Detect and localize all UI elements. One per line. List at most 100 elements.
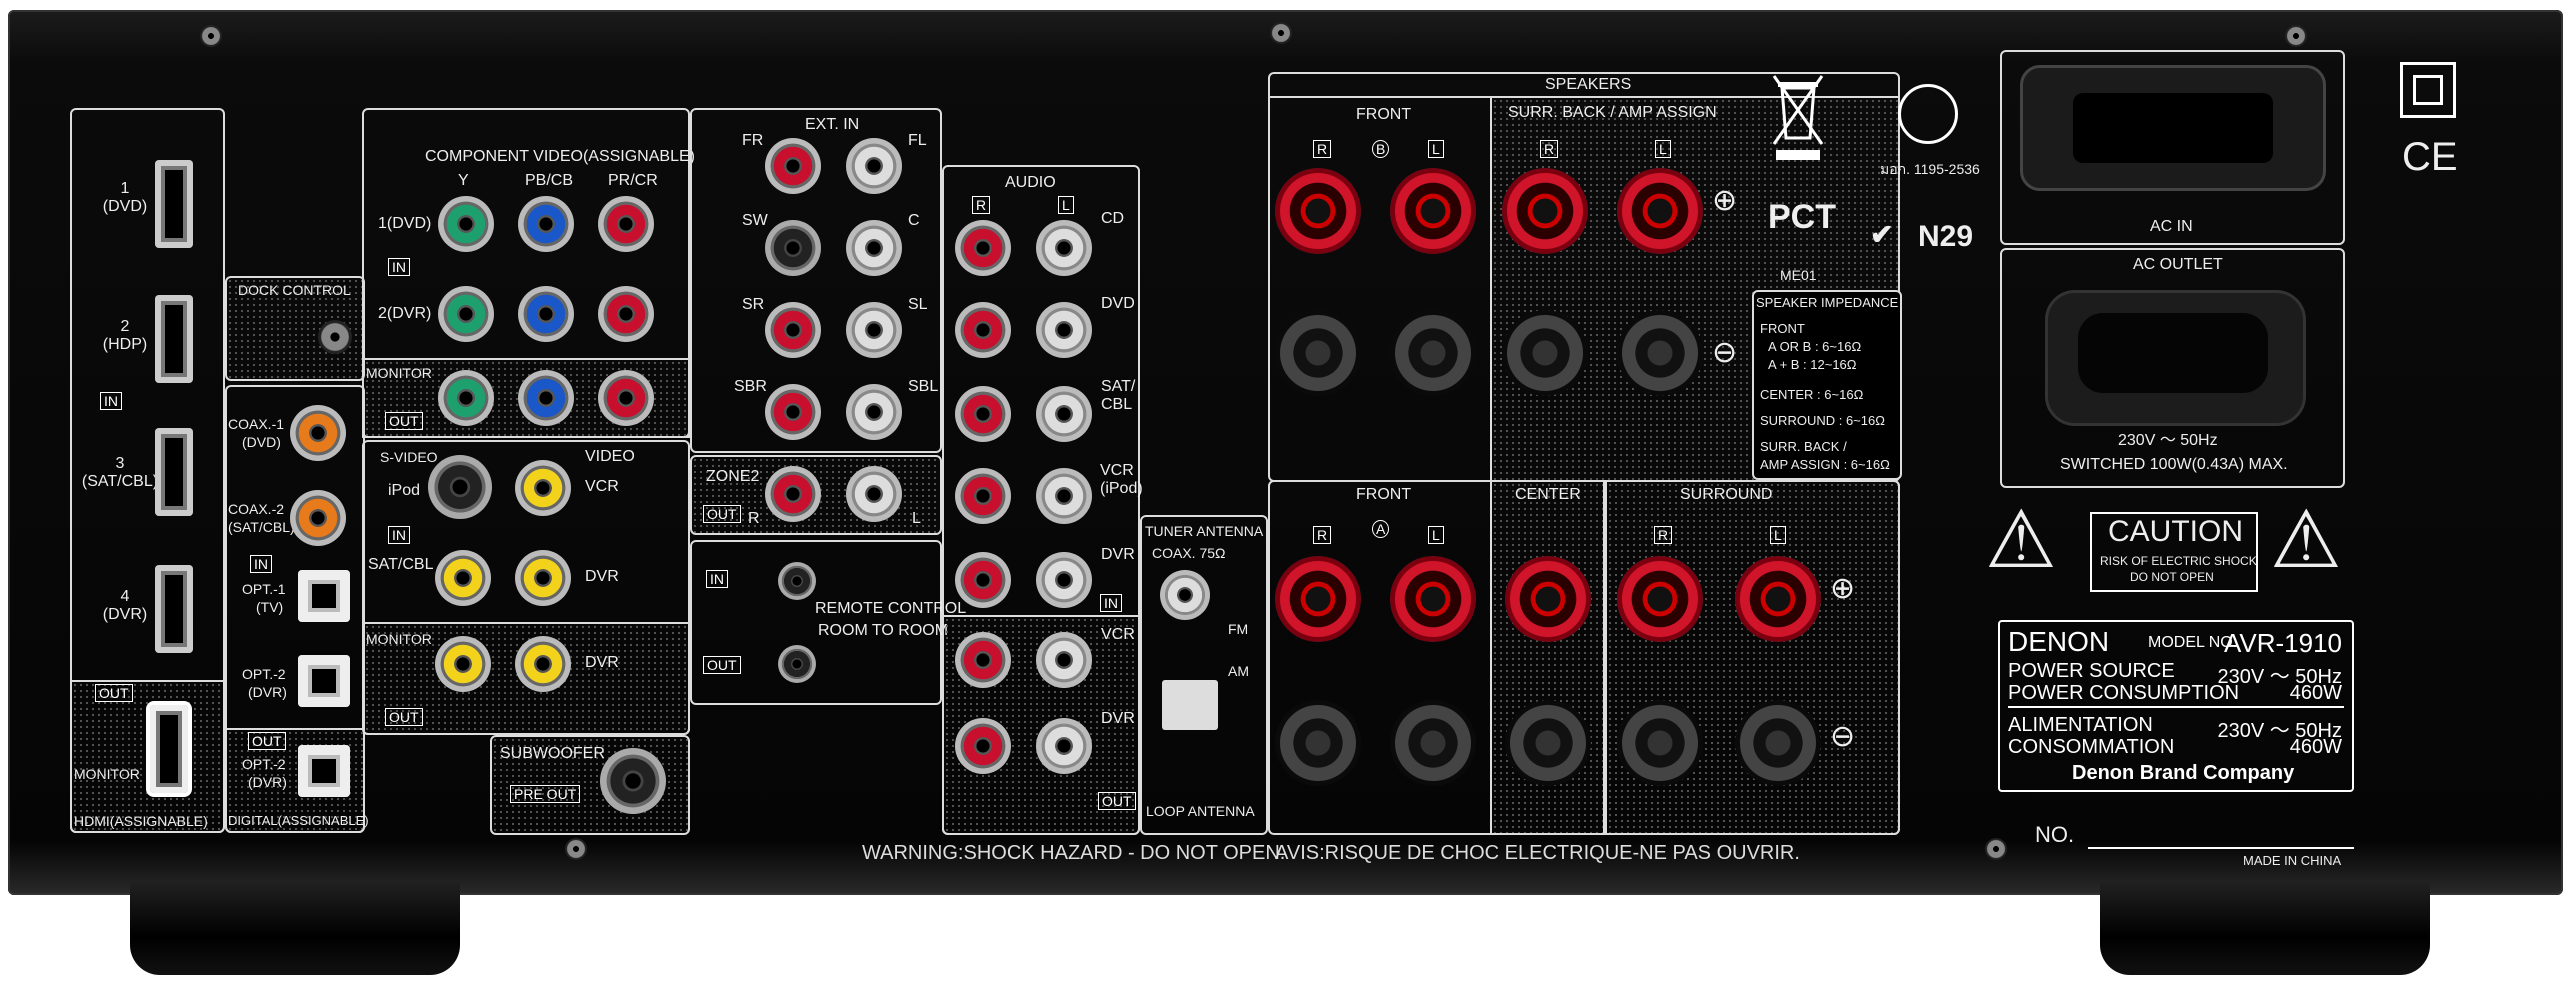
ext-in-c-jack[interactable]: [846, 220, 902, 276]
fm-antenna-jack[interactable]: [1160, 570, 1210, 620]
surr-back-l-plus-post[interactable]: [1617, 168, 1703, 254]
front-b-r-minus-post[interactable]: [1275, 310, 1361, 396]
plus-icon: ⊕: [1830, 572, 1856, 605]
audio-sat-r-jack[interactable]: [955, 386, 1011, 442]
center-label: CENTER: [1515, 486, 1581, 503]
hdmi-out-section: [70, 680, 225, 833]
audio-dvr-out-l-jack[interactable]: [1036, 718, 1092, 774]
ac-rating-2: SWITCHED 100W(0.43A) MAX.: [2060, 456, 2288, 473]
hdmi-2-port[interactable]: [155, 295, 193, 383]
zone2-l-jack[interactable]: [846, 466, 902, 522]
ext-in-sbl-jack[interactable]: [846, 384, 902, 440]
front-a-l-plus-post[interactable]: [1390, 556, 1476, 642]
component-1-pb-jack[interactable]: [518, 196, 574, 252]
remote-in-jack[interactable]: [778, 562, 816, 600]
front-b-l-minus-post[interactable]: [1390, 310, 1476, 396]
digital-footer: DIGITAL(ASSIGNABLE): [228, 813, 369, 828]
coax1-jack[interactable]: [290, 405, 346, 461]
surr-back-r-plus-post[interactable]: [1502, 168, 1588, 254]
audio-cd-r-jack[interactable]: [955, 220, 1011, 276]
subwoofer-jack[interactable]: [600, 748, 666, 814]
component-monitor-y-jack[interactable]: [438, 370, 494, 426]
video-dvr-jack[interactable]: [515, 550, 571, 606]
audio-dvd-r-jack[interactable]: [955, 302, 1011, 358]
surr-back-l-tag: L: [1655, 140, 1671, 158]
ac-outlet-label: AC OUTLET: [2133, 256, 2223, 273]
component-out-tag: OUT: [385, 412, 423, 430]
ext-in-sl-jack[interactable]: [846, 302, 902, 358]
video-satcbl-label: SAT/CBL: [368, 556, 434, 573]
surround-l-minus-post[interactable]: [1735, 700, 1821, 786]
component-in-tag: IN: [388, 258, 410, 276]
audio-vcr-out-r-jack[interactable]: [955, 632, 1011, 688]
surround-r-plus-post[interactable]: [1617, 556, 1703, 642]
audio-dvd-label: DVD: [1101, 295, 1135, 312]
audio-vcr-r-jack[interactable]: [955, 468, 1011, 524]
zone2-r-jack[interactable]: [765, 466, 821, 522]
front-a-l-minus-post[interactable]: [1390, 700, 1476, 786]
audio-vcr-l-jack[interactable]: [1036, 468, 1092, 524]
ac-in-label: AC IN: [2150, 218, 2193, 235]
audio-dvr-l-jack[interactable]: [1036, 552, 1092, 608]
front-b-r-plus-post[interactable]: [1275, 168, 1361, 254]
video-satcbl-jack[interactable]: [435, 550, 491, 606]
component-monitor-pb-jack[interactable]: [518, 370, 574, 426]
zone2-label: ZONE2: [706, 468, 760, 485]
hdmi-1-port[interactable]: [155, 160, 193, 248]
ext-in-fl-jack[interactable]: [846, 138, 902, 194]
ac-outlet-socket[interactable]: [2045, 290, 2306, 426]
audio-dvr-label: DVR: [1101, 546, 1135, 563]
front-a-r-plus-post[interactable]: [1275, 556, 1361, 642]
surround-r-minus-post[interactable]: [1617, 700, 1703, 786]
ext-in-sr-jack[interactable]: [765, 302, 821, 358]
audio-r-tag: R: [972, 196, 991, 214]
opt2-label: OPT.-2 (DVR): [242, 666, 287, 700]
remote-out-jack[interactable]: [778, 645, 816, 683]
hdmi-4-port[interactable]: [155, 565, 193, 653]
thai-cert-label: มอก. 1195-2536: [1880, 161, 1980, 177]
component-2-pr-jack[interactable]: [598, 286, 654, 342]
impedance-a-plus-b: A + B : 12~16Ω: [1768, 357, 1857, 372]
coax2-jack[interactable]: [290, 490, 346, 546]
front-a-r-tag: R: [1313, 526, 1332, 544]
surr-back-r-minus-post[interactable]: [1502, 310, 1588, 396]
hdmi-monitor-port[interactable]: [150, 705, 188, 793]
audio-dvr-out-r-jack[interactable]: [955, 718, 1011, 774]
dock-connector-port[interactable]: [318, 320, 352, 354]
audio-sat-l-jack[interactable]: [1036, 386, 1092, 442]
screw-icon: [1270, 22, 1292, 44]
opt2-port[interactable]: [298, 655, 350, 707]
ext-in-sw-jack[interactable]: [765, 220, 821, 276]
opt-out-port[interactable]: [298, 745, 350, 797]
center-plus-post[interactable]: [1505, 556, 1591, 642]
ext-in-fr-jack[interactable]: [765, 138, 821, 194]
audio-vcr-out-l-jack[interactable]: [1036, 632, 1092, 688]
ac-in-socket[interactable]: [2020, 65, 2326, 191]
component-1-y-jack[interactable]: [438, 196, 494, 252]
ext-in-c-label: C: [908, 212, 920, 229]
hdmi-3-port[interactable]: [155, 428, 193, 516]
warning-french: AVIS:RISQUE DE CHOC ELECTRIQUE-NE PAS OU…: [1275, 842, 1800, 864]
video-vcr-jack[interactable]: [515, 460, 571, 516]
front-a-r-minus-post[interactable]: [1275, 700, 1361, 786]
ext-in-sbr-jack[interactable]: [765, 384, 821, 440]
center-minus-post[interactable]: [1505, 700, 1591, 786]
component-2-y-jack[interactable]: [438, 286, 494, 342]
component-monitor-pr-jack[interactable]: [598, 370, 654, 426]
opt1-port[interactable]: [298, 570, 350, 622]
component-2-pb-jack[interactable]: [518, 286, 574, 342]
surr-back-l-minus-post[interactable]: [1617, 310, 1703, 396]
audio-cd-l-jack[interactable]: [1036, 220, 1092, 276]
video-dvr-out-jack[interactable]: [515, 636, 571, 692]
audio-dvd-l-jack[interactable]: [1036, 302, 1092, 358]
component-1-pr-jack[interactable]: [598, 196, 654, 252]
video-monitor-jack[interactable]: [435, 636, 491, 692]
loop-antenna-label: LOOP ANTENNA: [1146, 803, 1255, 819]
speakers-front-label: FRONT: [1356, 106, 1412, 123]
am-antenna-terminal[interactable]: [1162, 680, 1218, 730]
plate-company: Denon Brand Company: [2072, 762, 2295, 784]
front-b-l-plus-post[interactable]: [1390, 168, 1476, 254]
svideo-ipod-port[interactable]: [428, 455, 492, 519]
audio-dvr-r-jack[interactable]: [955, 552, 1011, 608]
surround-l-plus-post[interactable]: [1735, 556, 1821, 642]
